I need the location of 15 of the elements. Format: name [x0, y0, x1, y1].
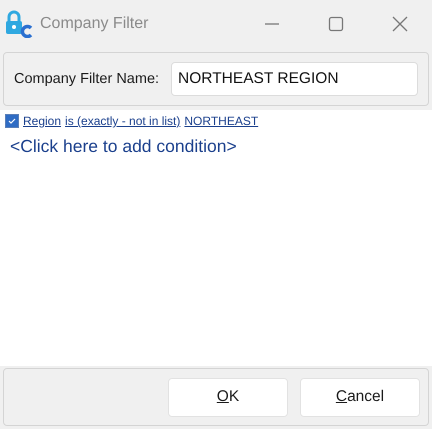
check-icon: [7, 116, 17, 126]
minimize-icon: [264, 23, 280, 25]
dialog-button[interactable]: OK: [168, 378, 288, 416]
add-condition-link[interactable]: <Click here to add condition>: [10, 136, 237, 157]
window-title: Company Filter: [40, 15, 150, 33]
close-icon: [392, 16, 408, 32]
field-link[interactable]: Region: [23, 114, 62, 128]
maximize-icon: [328, 16, 344, 32]
filter-name-label: Company Filter Name:: [14, 71, 160, 87]
operator-link[interactable]: is (exactly - not in list): [65, 114, 180, 128]
app-icon: [4, 10, 34, 38]
filter-name-field[interactable]: NORTHEAST REGION: [171, 62, 418, 96]
dialog-button[interactable]: Cancel: [300, 378, 420, 416]
checkbox[interactable]: [5, 114, 19, 128]
value-link[interactable]: NORTHEAST: [184, 114, 258, 128]
